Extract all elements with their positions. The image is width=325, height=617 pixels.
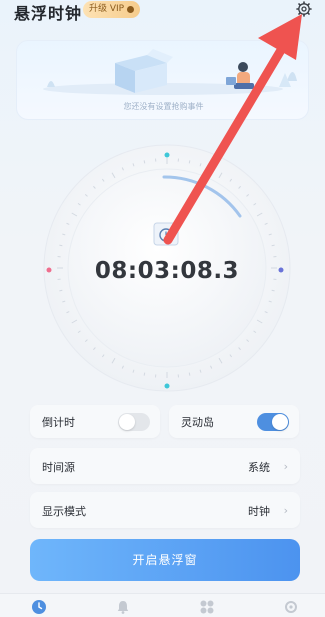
annotation-arrow	[163, 14, 302, 245]
